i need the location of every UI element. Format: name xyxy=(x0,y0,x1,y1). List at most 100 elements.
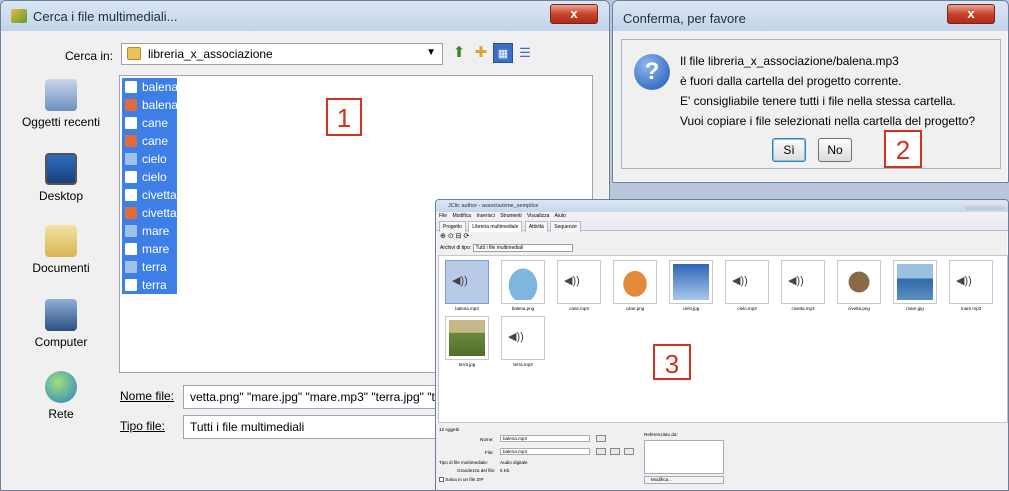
message-line: Il file libreria_x_associazione/balena.m… xyxy=(680,54,899,68)
menu-visualizza[interactable]: Visualizza xyxy=(527,213,549,219)
media-thumb[interactable]: ◀)) xyxy=(557,260,601,304)
audio-file-icon xyxy=(125,243,137,255)
tab-sequenze[interactable]: Sequenze xyxy=(550,221,581,232)
computer-icon xyxy=(45,299,77,331)
file-item[interactable]: balena xyxy=(122,78,178,96)
folder-up-icon[interactable]: ⬆ xyxy=(449,43,469,63)
zip-checkbox[interactable]: Salva in un file ZIP xyxy=(439,477,484,483)
image-file-icon xyxy=(125,99,137,111)
place-computer[interactable]: Computer xyxy=(7,299,115,349)
menu-strumenti[interactable]: Strumenti xyxy=(500,213,521,219)
file-name: terra xyxy=(142,260,167,274)
filter-select[interactable]: Tutti i file multimediali xyxy=(472,243,573,252)
media-thumb[interactable]: ◀)) xyxy=(781,260,825,304)
file-item[interactable]: cielo xyxy=(122,168,177,186)
look-in-combo[interactable]: libreria_x_associazione ▼ xyxy=(121,43,443,65)
refresh-icon[interactable]: ⟳ xyxy=(463,233,469,240)
place-label: Computer xyxy=(34,335,88,349)
media-thumb[interactable] xyxy=(613,260,657,304)
image-file-icon xyxy=(125,135,137,147)
dog-image xyxy=(617,264,653,300)
media-thumb[interactable]: ◀)) xyxy=(445,260,489,304)
file-name: cane xyxy=(142,116,169,130)
new-folder-icon[interactable]: ✚ xyxy=(471,43,491,63)
zoom-icon[interactable]: ⊙ xyxy=(448,233,454,240)
file-item[interactable]: cane xyxy=(122,114,177,132)
file-item[interactable]: balena xyxy=(122,96,179,114)
media-thumb[interactable] xyxy=(501,260,545,304)
file-name: balena xyxy=(142,98,179,112)
menu-file[interactable]: File xyxy=(439,213,447,219)
file-name: civetta xyxy=(142,206,177,220)
media-caption: civetta.mp3 xyxy=(791,306,815,311)
tab-libreria[interactable]: Libreria multimediale xyxy=(468,221,523,232)
file-field[interactable]: balena.mp3 xyxy=(500,448,590,455)
speaker-icon: ◀)) xyxy=(788,275,804,287)
export-icon[interactable] xyxy=(624,448,634,455)
referenced-list[interactable] xyxy=(644,440,724,474)
media-properties-panel: 12 oggetti Nome: balena.mp3 File: balena… xyxy=(436,424,1008,490)
audio-file-icon xyxy=(125,171,137,183)
image-file-icon xyxy=(125,207,137,219)
close-button[interactable]: x xyxy=(947,4,995,24)
place-documents[interactable]: Documenti xyxy=(7,225,115,275)
tab-attivita[interactable]: Attività xyxy=(524,221,548,232)
media-thumb[interactable]: ◀)) xyxy=(725,260,769,304)
type-label: Tipo di file multimediale: xyxy=(439,460,489,465)
step-marker-2: 2 xyxy=(884,130,922,168)
menu-inserisci[interactable]: Inserisci xyxy=(476,213,494,219)
jclic-author-window: JClic author - associazione_semplice Fil… xyxy=(435,199,1009,491)
play-icon[interactable] xyxy=(610,448,620,455)
file-name: terra xyxy=(142,278,167,292)
sky-image xyxy=(673,264,709,300)
window-controls[interactable] xyxy=(965,202,1005,210)
media-thumb[interactable]: ◀)) xyxy=(949,260,993,304)
message-line: Vuoi copiare i file selezionati nella ca… xyxy=(680,114,976,128)
list-view-icon[interactable]: ▦ xyxy=(493,43,513,63)
zip-label: Salva in un file ZIP xyxy=(445,477,484,482)
close-button[interactable]: x xyxy=(550,4,598,24)
media-caption: mare.mp3 xyxy=(960,306,982,311)
speaker-icon: ◀)) xyxy=(508,331,524,343)
media-thumb[interactable]: ◀)) xyxy=(501,316,545,360)
app-icon xyxy=(11,9,27,23)
confirm-dialog: Conferma, per favore x ? Il file libreri… xyxy=(612,0,1009,183)
title-bar: Conferma, per favore x xyxy=(613,1,1008,31)
media-thumb[interactable] xyxy=(837,260,881,304)
media-thumb[interactable] xyxy=(445,316,489,360)
file-item[interactable]: cielo xyxy=(122,150,177,168)
places-bar: Oggetti recenti Desktop Documenti Comput… xyxy=(7,75,115,475)
edit-name-icon[interactable] xyxy=(596,435,606,442)
media-thumb[interactable] xyxy=(893,260,937,304)
media-thumb[interactable] xyxy=(669,260,713,304)
modify-button[interactable]: Modifica... xyxy=(644,476,724,484)
name-field[interactable]: balena.mp3 xyxy=(500,435,590,442)
place-network[interactable]: Rete xyxy=(7,371,115,421)
folder-icon xyxy=(127,47,141,60)
yes-button[interactable]: Sì xyxy=(772,138,806,162)
menu-modifica[interactable]: Modifica xyxy=(452,213,471,219)
file-item[interactable]: terra xyxy=(122,276,177,294)
step-marker-3: 3 xyxy=(653,344,691,380)
file-item[interactable]: terra xyxy=(122,258,177,276)
file-item[interactable]: civetta xyxy=(122,204,177,222)
desktop-icon xyxy=(45,153,77,185)
add-media-icon[interactable]: ⊕ xyxy=(440,233,446,240)
menu-aiuto[interactable]: Aiuto xyxy=(555,213,566,219)
checkbox-icon xyxy=(439,477,444,483)
documents-icon xyxy=(45,225,77,257)
file-item[interactable]: mare xyxy=(122,240,177,258)
media-caption: cielo.mp3 xyxy=(737,306,757,311)
place-desktop[interactable]: Desktop xyxy=(7,153,115,203)
file-name: cielo xyxy=(142,152,167,166)
browse-icon[interactable] xyxy=(596,448,606,455)
delete-icon[interactable]: ⊟ xyxy=(456,233,462,240)
file-item[interactable]: cane xyxy=(122,132,177,150)
place-recent[interactable]: Oggetti recenti xyxy=(7,79,115,129)
details-view-icon[interactable]: ☰ xyxy=(515,43,535,63)
file-name: cane xyxy=(142,134,169,148)
file-item[interactable]: mare xyxy=(122,222,177,240)
no-button[interactable]: No xyxy=(818,138,852,162)
file-item[interactable]: civetta xyxy=(122,186,177,204)
filetype-label: Tipo file: xyxy=(120,419,165,433)
